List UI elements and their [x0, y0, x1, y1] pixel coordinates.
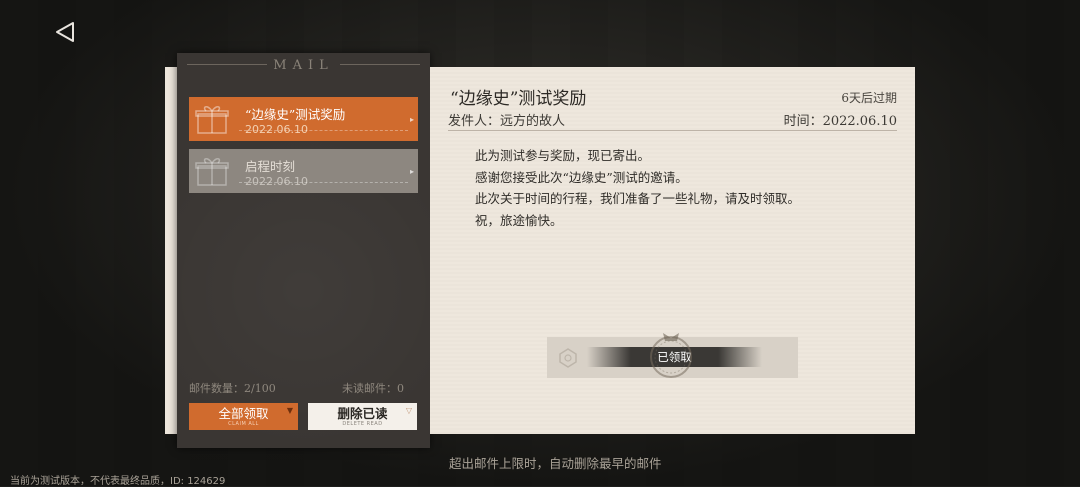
mail-subject: “边缘史”测试奖励: [245, 107, 346, 122]
mail-item-read[interactable]: 启程时刻 2022.06.10 ▸: [189, 149, 418, 193]
body-line: 此为测试参与奖励，现已寄出。: [475, 148, 651, 163]
back-triangle-icon: [56, 22, 74, 42]
body-line: 祝，旅途愉快。: [475, 212, 563, 228]
chevron-right-icon: ▸: [409, 167, 414, 176]
letter-edge: [165, 67, 177, 434]
delete-read-label: 删除已读: [337, 405, 388, 421]
mail-subject: 启程时刻: [245, 159, 296, 174]
mail-list-panel: MAIL “边缘史”测试奖励 2022.06.10 ▸ 启程时刻 2022.06…: [177, 53, 430, 448]
version-watermark: 当前为测试版本，不代表最终品质，ID: 124629: [10, 476, 226, 487]
gift-icon: [195, 158, 229, 186]
gift-icon: [195, 106, 229, 134]
reward-icon: [559, 348, 577, 368]
letter-meta: 发件人：远方的故人 时间：2022.06.10: [448, 110, 897, 130]
claim-all-button[interactable]: ▼ 全部领取 CLAIM ALL: [189, 403, 298, 430]
mail-item-selected[interactable]: “边缘史”测试奖励 2022.06.10 ▸: [189, 97, 418, 141]
sent-time: 时间：2022.06.10: [783, 114, 897, 129]
expiry-label: 6天后过期: [841, 91, 897, 105]
footer-hint-text: 超出邮件上限时，自动删除最早的邮件: [449, 456, 662, 471]
unread-count: 未读邮件：0: [342, 382, 404, 395]
letter-title: “边缘史”测试奖励: [450, 89, 587, 109]
mail-counts: 邮件数量：2/100 未读邮件：0: [189, 380, 404, 396]
chevron-right-icon: ▸: [409, 115, 414, 124]
back-button[interactable]: [50, 18, 80, 46]
seal-stamp-icon: [650, 333, 692, 378]
header-rule: [340, 64, 420, 65]
claim-all-label: 全部领取: [218, 405, 269, 421]
header-rule: [187, 64, 267, 65]
corner-triangle-icon: ▽: [405, 406, 412, 415]
corner-triangle-icon: ▼: [286, 406, 293, 415]
body-line: 感谢您接受此次“边缘史”测试的邀请。: [475, 169, 688, 185]
mail-panel-title: MAIL: [273, 57, 334, 73]
mail-date: 2022.06.10: [245, 123, 308, 136]
mail-date: 2022.06.10: [245, 175, 308, 188]
delete-read-sublabel: DELETE READ: [342, 420, 383, 427]
claim-all-sublabel: CLAIM ALL: [228, 420, 259, 427]
delete-read-button[interactable]: ▽ 删除已读 DELETE READ: [308, 403, 417, 430]
divider: [448, 130, 897, 131]
letter-panel: “边缘史”测试奖励 6天后过期 发件人：远方的故人 时间：2022.06.10 …: [430, 67, 915, 434]
letter-body: 此为测试参与奖励，现已寄出。 感谢您接受此次“边缘史”测试的邀请。 此次关于时间…: [475, 145, 800, 231]
attachment-bar[interactable]: 已领取: [547, 333, 798, 378]
body-line: 此次关于时间的行程，我们准备了一些礼物，请及时领取。: [475, 191, 801, 206]
mail-header: MAIL: [177, 53, 430, 77]
sender: 发件人：远方的故人: [448, 114, 566, 129]
mail-count: 邮件数量：2/100: [189, 382, 276, 395]
